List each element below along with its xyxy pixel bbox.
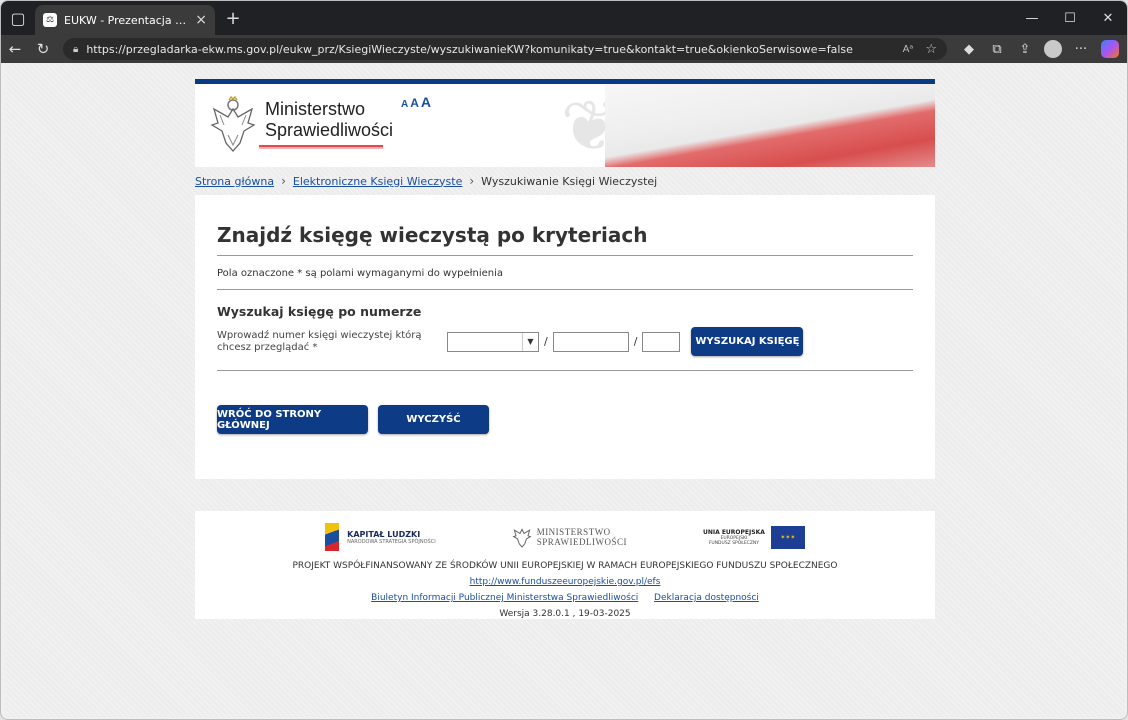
- font-size-controls: AAA: [401, 94, 433, 112]
- address-bar: ← ↻ 🔒︎ https://przegladarka-ekw.ms.gov.p…: [1, 35, 1127, 63]
- kapital-ludzki-icon: [325, 523, 340, 551]
- ministry-logo[interactable]: Ministerstwo Sprawiedliwości: [207, 94, 393, 154]
- flag-background: [605, 84, 935, 167]
- font-size-medium-button[interactable]: A: [410, 96, 419, 110]
- breadcrumb: Strona główna › Elektroniczne Księgi Wie…: [195, 167, 935, 195]
- check-digit-input[interactable]: [642, 331, 681, 352]
- window-controls: — ☐ ✕: [1013, 1, 1127, 35]
- search-form-card: Znajdź księgę wieczystą po kryteriach Po…: [195, 195, 935, 479]
- breadcrumb-home-link[interactable]: Strona główna: [195, 175, 274, 188]
- bip-link[interactable]: Biuletyn Informacji Publicznej Ministers…: [371, 593, 638, 603]
- copilot-icon[interactable]: [1101, 40, 1119, 58]
- page-viewport: ❦ Ministerstwo Sprawiedliwości A A A Str…: [5, 63, 1125, 717]
- browser-tab[interactable]: ⚖ EUKW - Prezentacja Księgi Wieczystej ×: [35, 5, 215, 35]
- kl-title: KAPITAŁ LUDZKI: [347, 529, 421, 539]
- version-text: Wersja 3.28.0.1 , 19-03-2025: [499, 609, 631, 619]
- separator-slash: /: [544, 335, 548, 348]
- more-menu-icon[interactable]: ···: [1067, 42, 1095, 57]
- project-text: PROJEKT WSPÓŁFINANSOWANY ZE ŚRODKÓW UNII…: [292, 561, 838, 571]
- search-book-button[interactable]: WYSZUKAJ KSIĘGĘ: [691, 327, 804, 356]
- tab-title: EUKW - Prezentacja Księgi Wieczystej: [64, 13, 189, 27]
- section-title: Wyszukaj księgę po numerze: [217, 304, 422, 319]
- minimize-icon[interactable]: —: [1013, 1, 1051, 35]
- polish-eagle-icon: [207, 94, 259, 154]
- ms-footer-line1: MINISTERSTWO: [536, 527, 611, 537]
- tab-actions-icon[interactable]: ▢: [1, 1, 35, 35]
- new-tab-icon[interactable]: +: [219, 4, 247, 32]
- font-size-large-button[interactable]: A: [421, 94, 431, 110]
- separator-slash: /: [633, 335, 638, 348]
- url-field[interactable]: 🔒︎ https://przegladarka-ekw.ms.gov.pl/eu…: [63, 38, 947, 60]
- breadcrumb-current: Wyszukiwanie Księgi Wieczystej: [481, 174, 658, 188]
- site-info-icon[interactable]: 🔒︎: [73, 44, 78, 55]
- accessibility-link[interactable]: Deklaracja dostępności: [654, 593, 759, 603]
- font-size-small-button[interactable]: A: [401, 99, 408, 110]
- form-actions: WRÓĆ DO STRONY GŁÓWNEJ WYCZYŚĆ: [217, 405, 913, 434]
- efs-link[interactable]: http://www.funduszeeuropejskie.gov.pl/ef…: [470, 577, 661, 587]
- required-fields-note: Pola oznaczone * są polami wymaganymi do…: [217, 256, 913, 290]
- share-icon[interactable]: ⇪: [1011, 42, 1039, 57]
- ministry-name-line2: Sprawiedliwości: [265, 120, 394, 140]
- book-number-label: Wprowadź numer księgi wieczystej którą c…: [217, 329, 422, 353]
- tab-bar: ▢ ⚖ EUKW - Prezentacja Księgi Wieczystej…: [1, 1, 1127, 35]
- ministry-underline: [259, 145, 383, 149]
- favicon-icon: ⚖: [43, 13, 57, 27]
- reload-icon[interactable]: ↻: [29, 40, 57, 58]
- kl-subtitle: NARODOWA STRATEGIA SPÓJNOŚCI: [347, 538, 436, 545]
- ue-line3: FUNDUSZ SPOŁECZNY: [708, 540, 760, 546]
- kapital-ludzki-logo: KAPITAŁ LUDZKI NARODOWA STRATEGIA SPÓJNO…: [325, 523, 436, 551]
- url-text: https://przegladarka-ekw.ms.gov.pl/eukw_…: [86, 42, 853, 56]
- back-icon[interactable]: ←: [1, 40, 29, 58]
- ministry-name-line1: Ministerstwo: [265, 99, 366, 119]
- book-number-input[interactable]: [552, 331, 629, 352]
- close-tab-icon[interactable]: ×: [195, 12, 207, 28]
- header-banner: ❦ Ministerstwo Sprawiedliwości A A A: [195, 84, 935, 167]
- court-code-select[interactable]: ▼: [447, 331, 539, 352]
- footer: KAPITAŁ LUDZKI NARODOWA STRATEGIA SPÓJNO…: [195, 511, 935, 619]
- ms-footer-line2: SPRAWIEDLIWOŚCI: [536, 537, 627, 547]
- back-to-home-button[interactable]: WRÓĆ DO STRONY GŁÓWNEJ: [217, 405, 368, 434]
- breadcrumb-ekw-link[interactable]: Elektroniczne Księgi Wieczyste: [293, 175, 462, 188]
- profile-avatar-icon[interactable]: [1044, 40, 1062, 58]
- clear-button[interactable]: WYCZYŚĆ: [378, 405, 489, 434]
- footer-logos: KAPITAŁ LUDZKI NARODOWA STRATEGIA SPÓJNO…: [195, 521, 935, 553]
- favorite-star-icon[interactable]: ☆: [925, 42, 937, 57]
- page-title: Znajdź księgę wieczystą po kryteriach: [217, 223, 913, 256]
- ministry-footer-logo: MINISTERSTWO SPRAWIEDLIWOŚCI: [512, 525, 627, 549]
- maximize-icon[interactable]: ☐: [1051, 1, 1089, 35]
- browser-window: ▢ ⚖ EUKW - Prezentacja Księgi Wieczystej…: [0, 0, 1128, 720]
- extensions-puzzle-icon[interactable]: ⧉: [983, 42, 1011, 57]
- ue-title: UNIA EUROPEJSKA: [702, 528, 765, 536]
- eu-flag-icon: ✶✶✶: [770, 525, 805, 549]
- eu-logo: UNIA EUROPEJSKA EUROPEJSKI FUNDUSZ SPOŁE…: [702, 525, 805, 549]
- chevron-right-icon: ›: [469, 174, 475, 188]
- eagle-small-icon: [512, 528, 532, 548]
- page-container: ❦ Ministerstwo Sprawiedliwości A A A Str…: [195, 79, 935, 619]
- chevron-right-icon: ›: [281, 174, 286, 188]
- extension-icon[interactable]: ◆: [955, 42, 983, 57]
- read-aloud-icon[interactable]: Aᵃ: [903, 44, 914, 55]
- dropdown-arrow-icon[interactable]: ▼: [522, 332, 538, 351]
- book-number-row: Wprowadź numer księgi wieczystej którą c…: [217, 327, 913, 371]
- close-window-icon[interactable]: ✕: [1089, 1, 1127, 35]
